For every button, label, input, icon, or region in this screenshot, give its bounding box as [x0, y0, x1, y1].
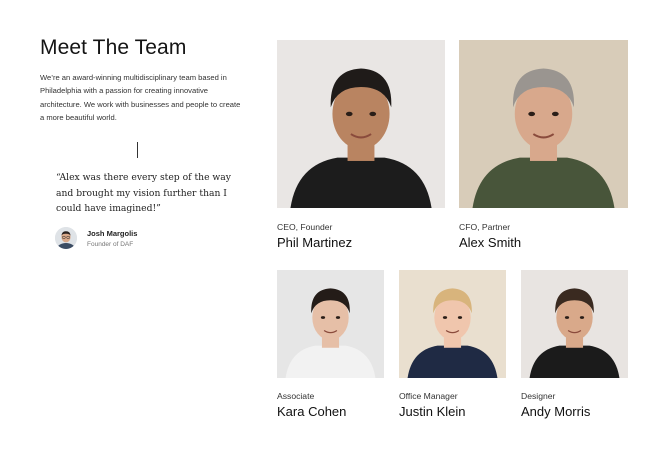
team-member-card[interactable]: CEO, Founder Phil Martinez [277, 40, 445, 250]
team-member-name: Phil Martinez [277, 235, 353, 250]
team-member-card[interactable]: Associate Kara Cohen [277, 270, 384, 419]
team-member-name: Alex Smith [459, 235, 522, 250]
team-member-role: Office Manager [399, 391, 458, 401]
author-avatar [55, 227, 77, 249]
testimonial-author: Josh Margolis Founder of DAF [55, 227, 137, 249]
author-role: Founder of DAF [87, 240, 134, 248]
team-member-name: Justin Klein [399, 404, 466, 419]
team-member-card[interactable]: Office Manager Justin Klein [399, 270, 506, 419]
team-member-photo [277, 270, 384, 378]
page-title: Meet The Team [40, 36, 187, 59]
team-member-card[interactable]: Designer Andy Morris [521, 270, 628, 419]
author-name: Josh Margolis [87, 228, 138, 238]
team-member-role: Designer [521, 391, 556, 401]
team-member-role: Associate [277, 391, 315, 401]
testimonial-quote: “Alex was there every step of the way an… [56, 172, 231, 215]
team-member-role: CEO, Founder [277, 222, 333, 232]
team-member-photo [277, 40, 445, 208]
team-member-role: CFO, Partner [459, 222, 511, 232]
team-member-photo [521, 270, 628, 378]
team-member-photo [459, 40, 628, 208]
team-member-card[interactable]: CFO, Partner Alex Smith [459, 40, 628, 250]
team-member-name: Andy Morris [521, 404, 591, 419]
intro-text: We’re an award-winning multidisciplinary… [40, 73, 241, 122]
quote-divider [137, 142, 138, 158]
team-member-photo [399, 270, 506, 378]
team-member-name: Kara Cohen [277, 404, 347, 419]
